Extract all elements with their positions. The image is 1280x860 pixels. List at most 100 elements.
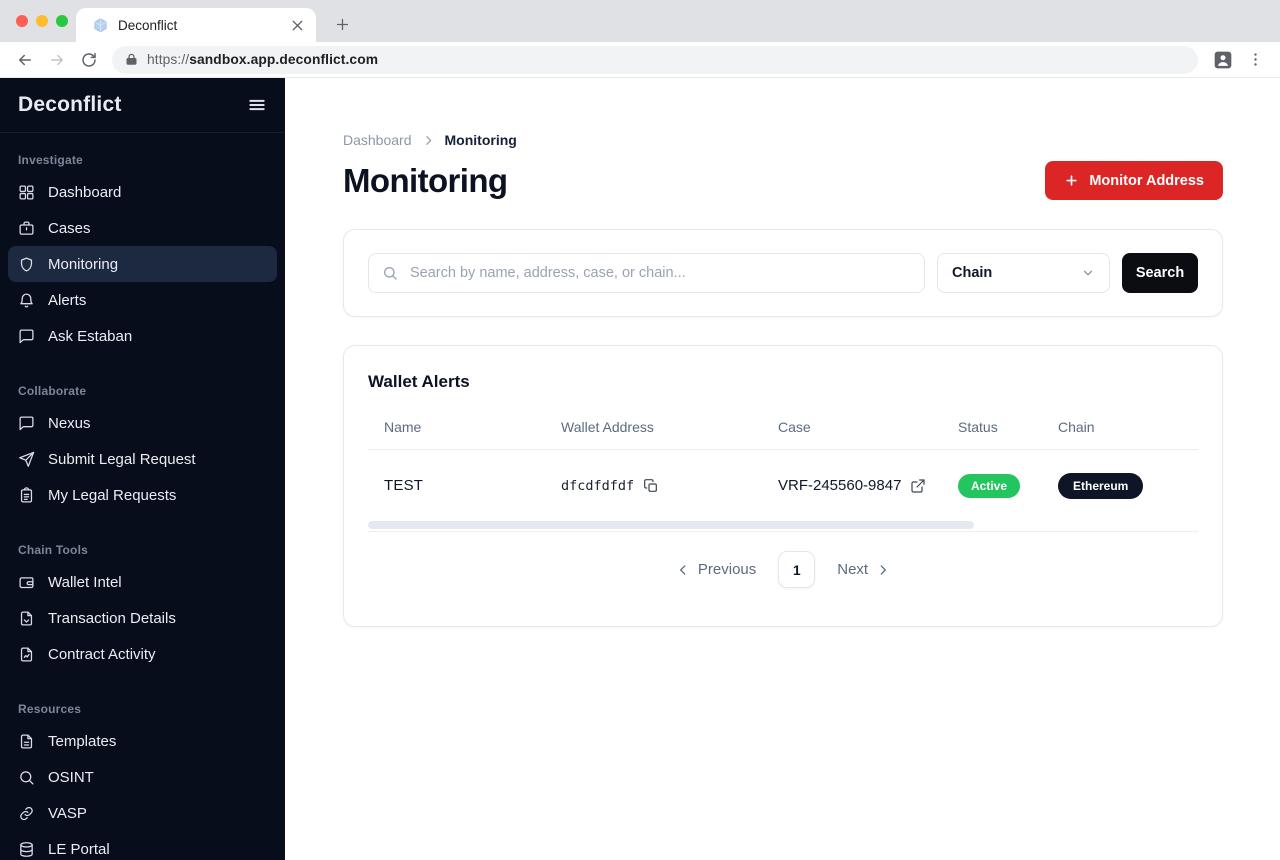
wallet-address-value: dfcdfdfdf <box>561 477 635 494</box>
window-controls <box>16 0 68 42</box>
app-logo[interactable]: Deconflict <box>18 93 122 117</box>
sidebar-item-templates[interactable]: Templates <box>8 723 277 759</box>
forward-button[interactable] <box>42 45 72 75</box>
wallet-alerts-title: Wallet Alerts <box>368 372 470 391</box>
sidebar-item-label: LE Portal <box>48 840 110 858</box>
browser-tab[interactable]: Deconflict <box>76 8 316 42</box>
sidebar-item-label: Wallet Intel <box>48 573 122 591</box>
search-input-wrap <box>368 253 925 293</box>
nav-section-investigate: Investigate <box>18 153 83 167</box>
sidebar-header: Deconflict <box>0 78 285 133</box>
main-content: Dashboard Monitoring Monitoring Monitor … <box>285 78 1280 860</box>
search-input[interactable] <box>408 264 911 282</box>
search-icon <box>382 265 398 281</box>
tab-title: Deconflict <box>118 17 178 33</box>
sidebar-item-wallet-intel[interactable]: Wallet Intel <box>8 564 277 600</box>
sidebar-item-contract-activity[interactable]: Contract Activity <box>8 636 277 672</box>
sidebar-item-label: Dashboard <box>48 183 122 201</box>
sidebar-item-monitoring[interactable]: Monitoring <box>8 246 277 282</box>
browser-menu-icon[interactable] <box>1240 45 1270 75</box>
pagination-previous[interactable]: Previous <box>676 561 756 578</box>
sidebar-item-alerts[interactable]: Alerts <box>8 282 277 318</box>
chat-icon <box>18 328 35 345</box>
scrollbar-track <box>368 521 1198 532</box>
sidebar-item-le-portal[interactable]: LE Portal <box>8 831 277 860</box>
next-label: Next <box>837 561 869 578</box>
nav-section-collaborate: Collaborate <box>18 384 87 398</box>
lock-icon <box>125 53 138 66</box>
cell-status: Active <box>958 473 1058 498</box>
chat-icon <box>18 415 35 432</box>
breadcrumb-parent[interactable]: Dashboard <box>343 132 412 148</box>
sidebar-item-dashboard[interactable]: Dashboard <box>8 174 277 210</box>
sidebar-item-label: Transaction Details <box>48 609 176 627</box>
window-minimize-button[interactable] <box>36 15 48 27</box>
send-icon <box>18 451 35 468</box>
pagination-page-current[interactable]: 1 <box>778 551 816 588</box>
sidebar-item-ask-estaban[interactable]: Ask Estaban <box>8 318 277 354</box>
window-close-button[interactable] <box>16 15 28 27</box>
copy-icon[interactable] <box>643 478 659 494</box>
bell-icon <box>18 292 35 309</box>
table-row: TEST dfcdfdfdf VRF-245560-9847 Active Ethere… <box>368 450 1198 521</box>
case-id[interactable]: VRF-245560-9847 <box>778 477 901 494</box>
sidebar-item-vasp[interactable]: VASP <box>8 795 277 831</box>
sidebar-toggle-icon[interactable] <box>247 95 267 115</box>
breadcrumb-current: Monitoring <box>444 132 517 148</box>
chevron-right-icon <box>880 564 887 575</box>
chevron-right-icon <box>422 134 435 147</box>
sidebar-item-submit-legal-request[interactable]: Submit Legal Request <box>8 441 277 477</box>
column-header-status: Status <box>958 419 998 435</box>
browser-chrome: Deconflict https://sandbox.app.deconflic… <box>0 0 1280 78</box>
monitor-address-label: Monitor Address <box>1089 172 1204 189</box>
status-badge: Active <box>958 473 1021 498</box>
sidebar-item-label: My Legal Requests <box>48 486 177 504</box>
cell-wallet-address: dfcdfdfdf <box>561 478 778 494</box>
pagination: Previous 1 Next <box>368 551 1198 588</box>
search-button[interactable]: Search <box>1122 253 1198 293</box>
tab-close-icon[interactable] <box>289 17 306 34</box>
cell-case: VRF-245560-9847 <box>778 477 958 494</box>
chevron-left-icon <box>679 564 686 575</box>
breadcrumb: Dashboard Monitoring <box>343 132 1223 148</box>
site-favicon-icon <box>92 17 109 34</box>
column-header-case: Case <box>778 419 811 435</box>
table-header: Name Wallet Address Case Status Chain <box>368 419 1198 450</box>
nav-section-resources: Resources <box>18 702 82 716</box>
profile-avatar-icon[interactable] <box>1208 45 1238 75</box>
nav-section-chain-tools: Chain Tools <box>18 543 88 557</box>
chain-filter-label: Chain <box>952 265 993 281</box>
column-header-name: Name <box>384 419 422 435</box>
sidebar-item-osint[interactable]: OSINT <box>8 759 277 795</box>
wallet-alerts-card: Wallet Alerts Name Wallet Address Case Stat… <box>343 345 1223 627</box>
shield-icon <box>18 256 35 273</box>
sidebar: Deconflict Investigate Dashboard Cases Moni… <box>0 78 285 860</box>
chain-badge: Ethereum <box>1058 472 1144 499</box>
sidebar-item-label: VASP <box>48 804 87 822</box>
address-bar[interactable]: https://sandbox.app.deconflict.com <box>112 45 1198 74</box>
sidebar-item-nexus[interactable]: Nexus <box>8 405 277 441</box>
pagination-next[interactable]: Next <box>837 561 890 578</box>
sidebar-item-label: Contract Activity <box>48 645 156 663</box>
chain-filter-select[interactable]: Chain <box>937 253 1110 293</box>
link-icon <box>18 805 35 822</box>
chevron-down-icon <box>1081 266 1095 280</box>
wallet-icon <box>18 574 35 591</box>
sidebar-item-label: Alerts <box>48 291 87 309</box>
sidebar-item-transaction-details[interactable]: Transaction Details <box>8 600 277 636</box>
search-card: Chain Search <box>343 229 1223 317</box>
sidebar-item-my-legal-requests[interactable]: My Legal Requests <box>8 477 277 513</box>
url-toolbar: https://sandbox.app.deconflict.com <box>0 42 1280 78</box>
monitor-address-button[interactable]: Monitor Address <box>1045 161 1223 200</box>
horizontal-scrollbar[interactable] <box>368 521 974 529</box>
external-link-icon[interactable] <box>910 478 926 494</box>
search-icon <box>18 769 35 786</box>
sidebar-item-cases[interactable]: Cases <box>8 210 277 246</box>
reload-button[interactable] <box>74 45 104 75</box>
clipboard-icon <box>18 486 35 504</box>
page-header: Monitoring Monitor Address <box>343 161 1223 200</box>
new-tab-button[interactable] <box>328 10 356 38</box>
window-zoom-button[interactable] <box>56 15 68 27</box>
back-button[interactable] <box>10 45 40 75</box>
sidebar-nav: Investigate Dashboard Cases Monitoring Alert… <box>0 153 285 860</box>
